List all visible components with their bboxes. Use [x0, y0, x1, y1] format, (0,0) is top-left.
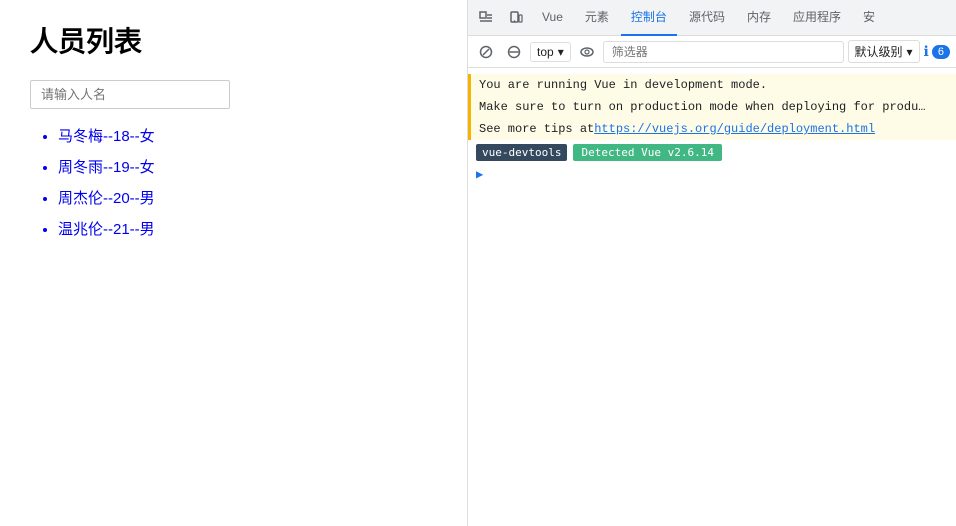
info-icon: ℹ [924, 43, 929, 60]
left-panel: 人员列表 马冬梅--18--女 周冬雨--19--女 周杰伦--20--男 温兆… [0, 0, 468, 526]
tab-console[interactable]: 控制台 [621, 0, 677, 36]
page-title: 人员列表 [30, 20, 437, 60]
deployment-link[interactable]: https://vuejs.org/guide/deployment.html [594, 120, 875, 138]
device-icon-btn[interactable] [502, 4, 530, 32]
person-list: 马冬梅--18--女 周冬雨--19--女 周杰伦--20--男 温兆伦--21… [30, 125, 437, 239]
console-text: You are running Vue in development mode. [479, 76, 767, 94]
console-line: See more tips at https://vuejs.org/guide… [468, 118, 956, 140]
console-line: Make sure to turn on production mode whe… [468, 96, 956, 118]
block-icon-btn[interactable] [502, 40, 526, 64]
console-text-prefix: See more tips at [479, 120, 594, 138]
vue-devtools-badge: vue-devtools [476, 144, 567, 161]
context-label: top [537, 45, 554, 59]
devtools-nav: Vue 元素 控制台 源代码 内存 应用程序 安 [468, 0, 956, 36]
context-dropdown[interactable]: top ▾ [530, 42, 571, 62]
tab-more[interactable]: 安 [853, 0, 885, 36]
filter-input[interactable] [603, 41, 844, 63]
clear-console-button[interactable] [474, 40, 498, 64]
console-line: You are running Vue in development mode. [468, 74, 956, 96]
tab-vue[interactable]: Vue [532, 0, 573, 36]
console-expand-arrow[interactable]: ▶ [468, 165, 956, 184]
list-item[interactable]: 周杰伦--20--男 [58, 187, 437, 208]
tab-sources[interactable]: 源代码 [679, 0, 735, 36]
error-count-badge[interactable]: ℹ 6 [924, 43, 950, 60]
list-item[interactable]: 温兆伦--21--男 [58, 218, 437, 239]
log-level-label: 默认级别 [855, 43, 903, 60]
chevron-down-icon: ▾ [907, 45, 913, 59]
list-item[interactable]: 周冬雨--19--女 [58, 156, 437, 177]
search-input[interactable] [30, 80, 230, 109]
console-text: Make sure to turn on production mode whe… [479, 98, 925, 116]
chevron-down-icon: ▾ [558, 45, 564, 59]
console-toolbar: top ▾ 默认级别 ▾ ℹ 6 [468, 36, 956, 68]
detected-badge: Detected Vue v2.6.14 [573, 144, 721, 161]
error-count: 6 [932, 45, 950, 59]
tab-memory[interactable]: 内存 [737, 0, 781, 36]
inspect-icon-btn[interactable] [472, 4, 500, 32]
devtools-panel: Vue 元素 控制台 源代码 内存 应用程序 安 top ▾ [468, 0, 956, 526]
vue-devtools-line: vue-devtools Detected Vue v2.6.14 [468, 140, 956, 165]
eye-icon-btn[interactable] [575, 40, 599, 64]
list-item[interactable]: 马冬梅--18--女 [58, 125, 437, 146]
log-level-dropdown[interactable]: 默认级别 ▾ [848, 40, 920, 63]
console-output: You are running Vue in development mode.… [468, 68, 956, 526]
tab-elements[interactable]: 元素 [575, 0, 619, 36]
tab-application[interactable]: 应用程序 [783, 0, 851, 36]
